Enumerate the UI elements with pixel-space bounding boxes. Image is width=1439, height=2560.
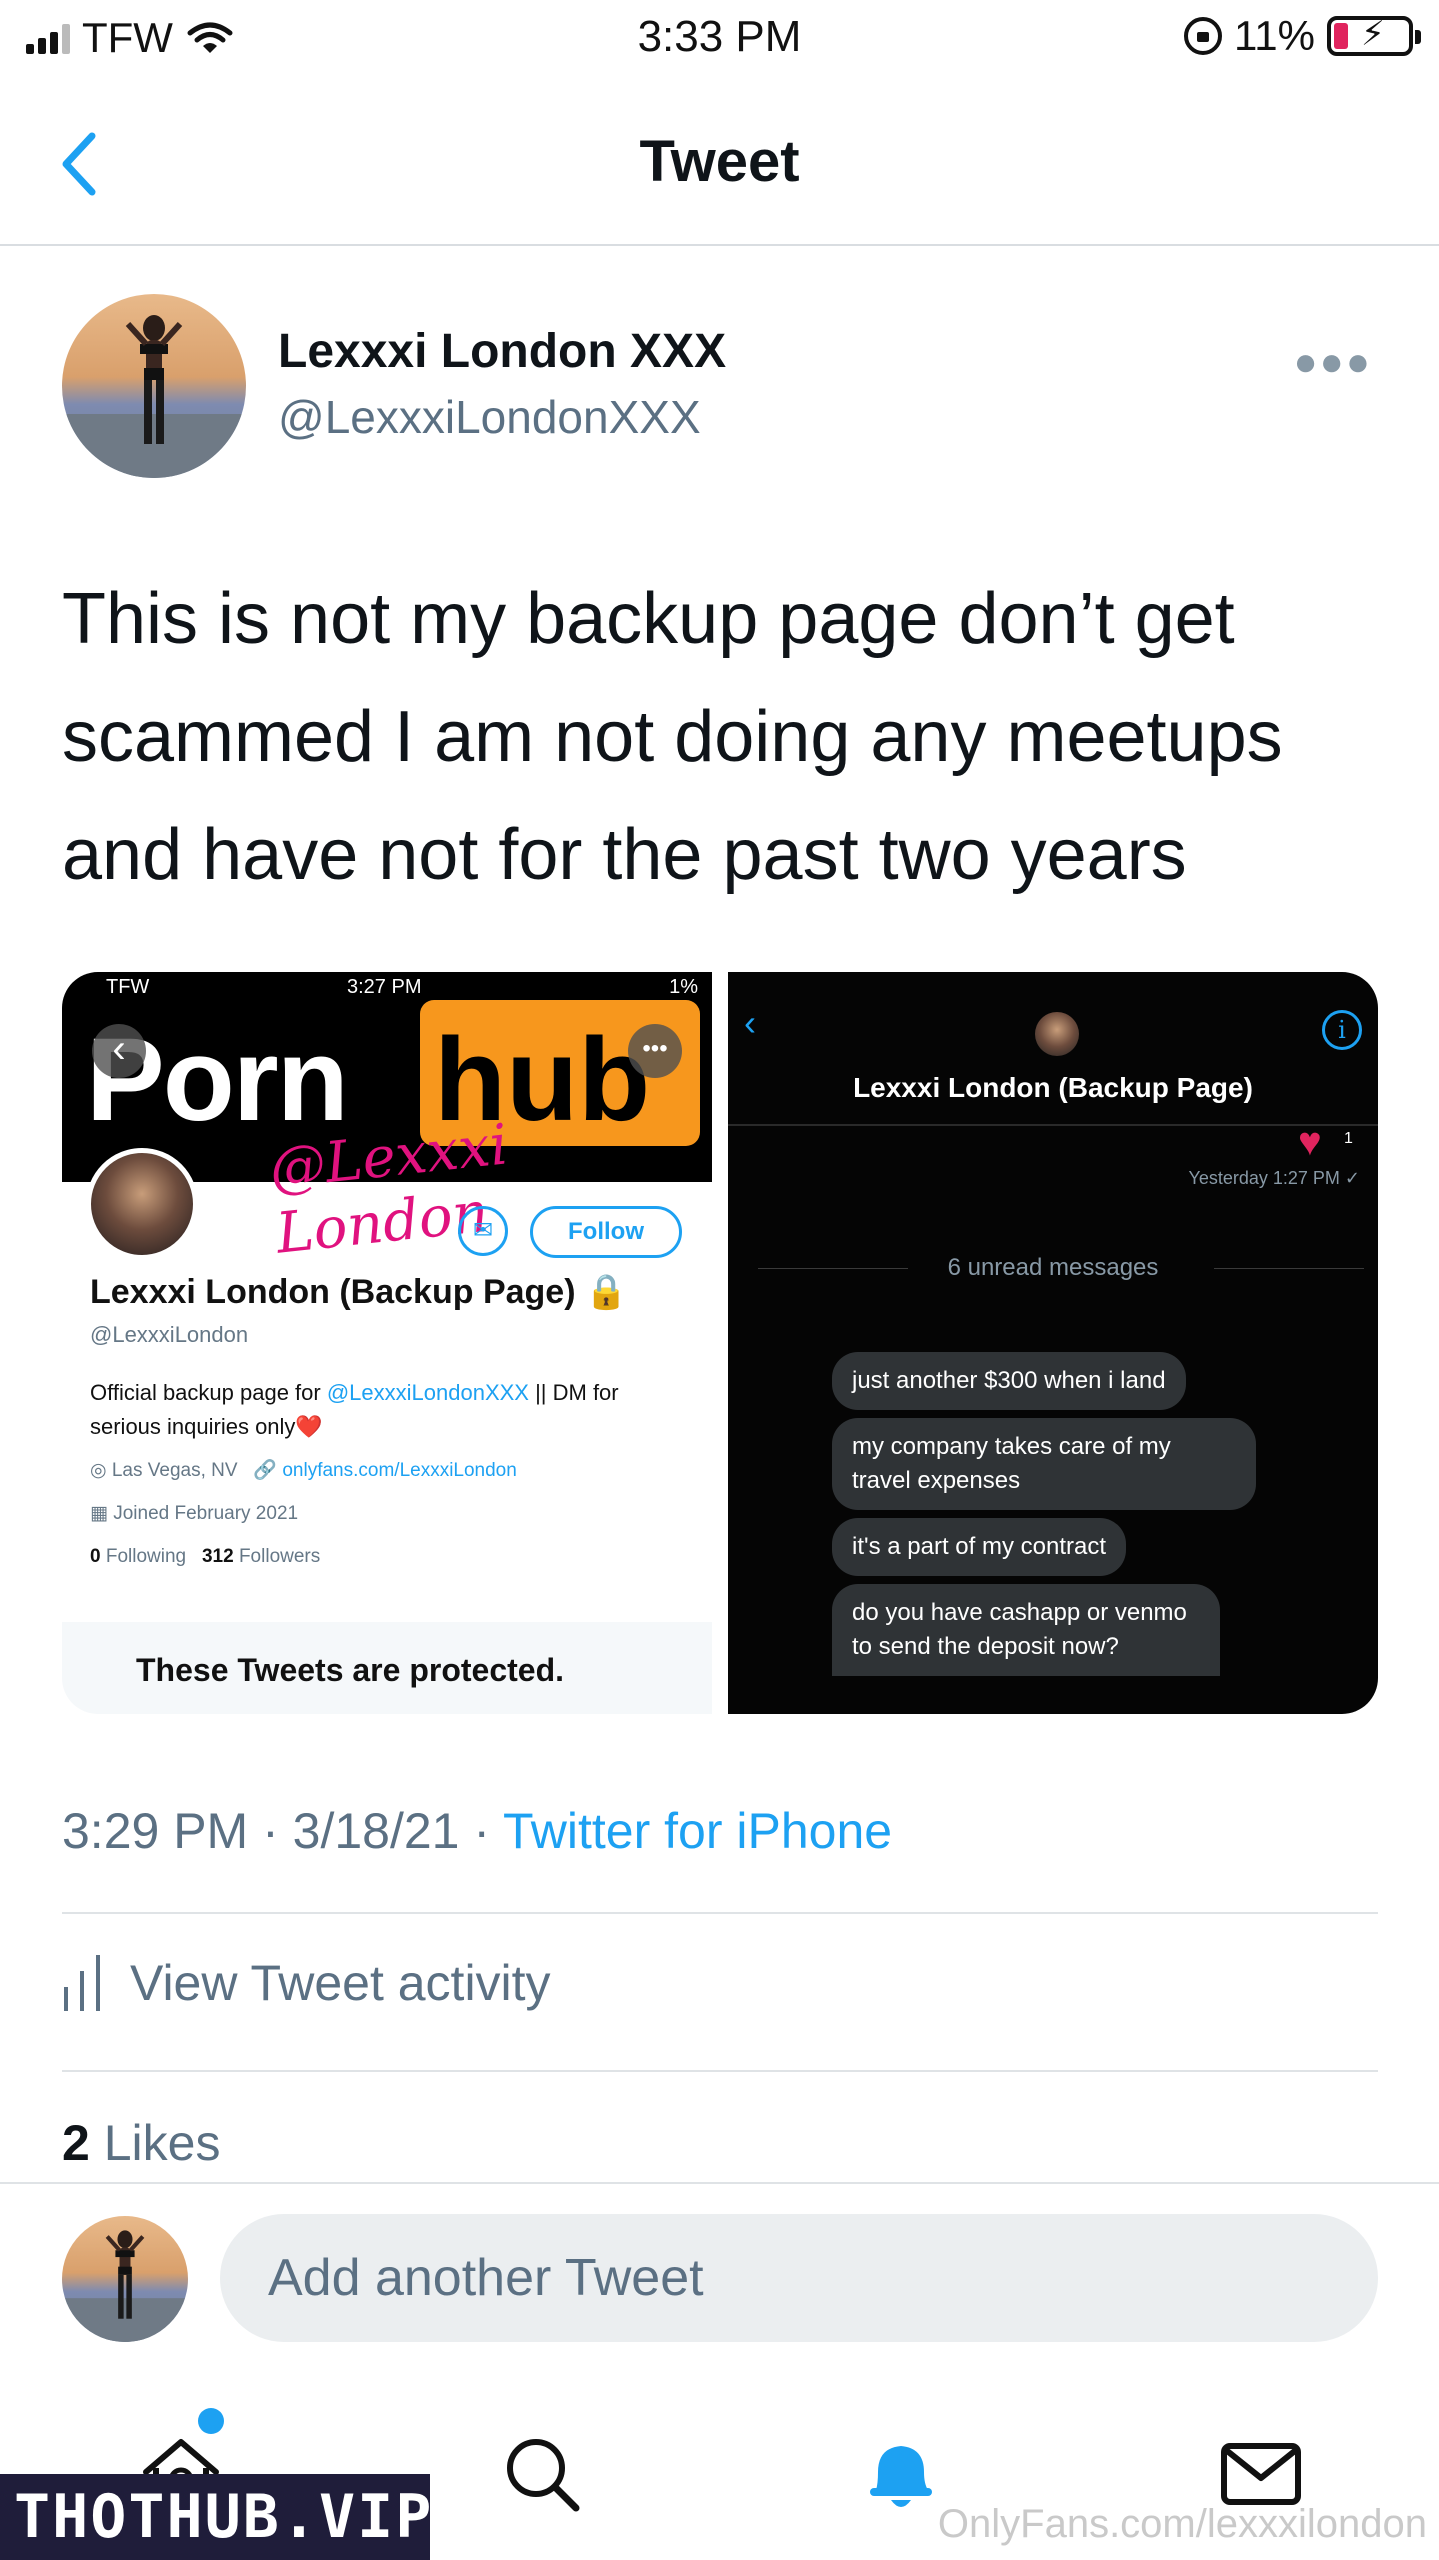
dm-unread-label: 6 unread messages <box>947 1254 1159 1281</box>
dm-avatar <box>1035 1012 1079 1056</box>
screenshot-profile-handle: @LexxxiLondon <box>90 1322 249 1347</box>
screenshot-joined: ▦ Joined February 2021 <box>90 1503 299 1524</box>
reply-avatar <box>62 2216 188 2342</box>
dm-back-icon: ‹ <box>744 1002 756 1043</box>
dm-message-bubble: just another $300 when i land <box>832 1352 1186 1410</box>
more-icon[interactable]: ●●● <box>1294 340 1372 385</box>
screenshot-avatar <box>86 1148 198 1260</box>
screenshot-profile-name: Lexxxi London (Backup Page) 🔒 <box>90 1273 628 1311</box>
author-avatar[interactable] <box>62 294 246 478</box>
watermark-right: OnlyFans.com/lexxxilondon <box>937 2502 1427 2546</box>
bell-icon[interactable] <box>856 2428 946 2518</box>
likes-count-link[interactable]: 2 Likes <box>62 2114 220 2172</box>
tweet-author: Lexxxi London XXX @LexxxiLondonXXX ●●● <box>62 294 1382 484</box>
screenshot-more-icon: ••• <box>628 1024 682 1078</box>
view-activity-label: View Tweet activity <box>130 1955 551 2011</box>
dm-message-bubble: it's a part of my contract <box>832 1518 1127 1576</box>
divider <box>62 1912 1378 1914</box>
divider <box>62 2070 1378 2072</box>
heart-icon: ♥ <box>1298 1120 1322 1164</box>
author-handle[interactable]: @LexxxiLondonXXX <box>278 390 701 444</box>
activity-icon <box>62 1955 106 2011</box>
screenshot-location-website: ◎ Las Vegas, NV 🔗 onlyfans.com/LexxxiLon… <box>90 1460 517 1481</box>
dm-title: Lexxxi London (Backup Page) <box>853 1072 1253 1103</box>
tweet-time: 3:29 PM <box>62 1803 249 1859</box>
orientation-lock-icon <box>1184 17 1223 55</box>
tweet-date: 3/18/21 <box>292 1803 460 1859</box>
nav-bar: Tweet <box>0 80 1439 246</box>
divider <box>0 2182 1439 2184</box>
reply-input[interactable] <box>220 2214 1378 2342</box>
screenshot-back-icon: ‹ <box>92 1024 146 1078</box>
dm-timestamp: Yesterday 1:27 PM ✓ <box>1188 1168 1360 1188</box>
author-name[interactable]: Lexxxi London XXX <box>278 324 726 379</box>
tweet-meta: 3:29 PM · 3/18/21 · Twitter for iPhone <box>62 1803 893 1859</box>
screenshot-bio: Official backup page for @LexxxiLondonXX… <box>90 1380 619 1439</box>
dm-divider <box>728 1124 1378 1126</box>
screenshot-protected-notice: These Tweets are protected. <box>62 1622 712 1714</box>
tweet-source-link[interactable]: Twitter for iPhone <box>503 1803 892 1859</box>
view-activity-button[interactable]: View Tweet activity <box>62 1954 551 2012</box>
page-title: Tweet <box>639 129 800 194</box>
battery-percent: 11% <box>1234 12 1315 59</box>
tweet-text: This is not my backup page don’t get sca… <box>62 579 1283 895</box>
battery-icon: ⚡ <box>1327 15 1421 56</box>
screenshot-mail-icon: ✉ <box>458 1206 508 1256</box>
status-right: 11% ⚡ <box>1184 12 1421 60</box>
dm-info-icon: i <box>1322 1010 1362 1050</box>
dm-message-bubble: do you have cashapp or venmo to send the… <box>832 1584 1220 1676</box>
status-bar: TFW 3:33 PM 11% ⚡ <box>0 0 1439 80</box>
media-image-profile-screenshot[interactable]: TFW 3:27 PM 1% Porn hub @Lexxxi London ‹… <box>62 972 712 1714</box>
media-image-dm-screenshot[interactable]: ‹ i Lexxxi London (Backup Page) ♥ 1 Yest… <box>728 972 1378 1714</box>
search-icon[interactable] <box>496 2428 586 2518</box>
dm-reaction-count: 1 <box>1344 1130 1353 1147</box>
dm-message-bubble: my company takes care of my travel expen… <box>832 1418 1256 1510</box>
home-notification-dot <box>198 2408 224 2434</box>
tweet-media[interactable]: TFW 3:27 PM 1% Porn hub @Lexxxi London ‹… <box>62 972 1378 1714</box>
screenshot-follow-counts: 0 Following 312 Followers <box>90 1546 321 1567</box>
screenshot-follow-button: Follow <box>530 1206 682 1258</box>
watermark-left: THOTHUB.VIP <box>0 2474 431 2560</box>
